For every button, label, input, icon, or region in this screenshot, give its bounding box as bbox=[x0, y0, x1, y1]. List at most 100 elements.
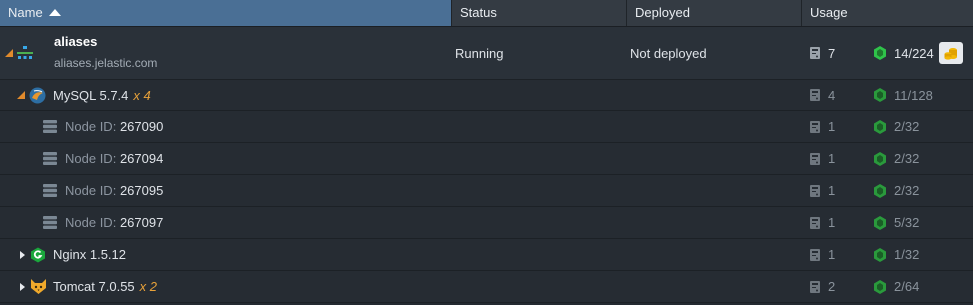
environment-disk-usage: 7 bbox=[809, 27, 835, 79]
grid-header: Name Status Deployed Usage bbox=[0, 0, 973, 27]
server-icon bbox=[43, 175, 57, 206]
environment-topology-icon bbox=[17, 27, 33, 79]
environment-domain-link[interactable]: aliases.jelastic.com bbox=[54, 56, 157, 70]
node-id-label: Node ID: bbox=[65, 183, 117, 198]
node-disk-count: 1 bbox=[828, 151, 836, 166]
cloudlet-icon bbox=[874, 215, 886, 230]
cloudlet-icon bbox=[874, 151, 886, 166]
node-id-value: 267095 bbox=[119, 183, 164, 198]
mysql-cloudlets-usage: 11/128 bbox=[873, 80, 933, 110]
node-row[interactable]: Node ID: 267095 1 2/32 bbox=[0, 175, 973, 207]
environment-deployed: Not deployed bbox=[630, 45, 707, 61]
tomcat-cloudlets-usage: 2/64 bbox=[873, 271, 919, 302]
cloudlet-icon bbox=[874, 183, 886, 198]
environment-row[interactable]: aliases aliases.jelastic.com Running Not… bbox=[0, 27, 973, 80]
tomcat-disk-count: 2 bbox=[828, 279, 836, 294]
tomcat-name-cell: Tomcat 7.0.55 x 2 bbox=[53, 271, 157, 302]
cloudlet-icon bbox=[874, 247, 886, 262]
collapsed-triangle-icon bbox=[20, 282, 25, 291]
node-id-label: Node ID: bbox=[65, 151, 117, 166]
nginx-disk-usage: 1 bbox=[809, 239, 835, 270]
column-header-status[interactable]: Status bbox=[452, 0, 627, 26]
column-header-name-label: Name bbox=[8, 5, 43, 20]
mysql-cloudlets-count: 11/128 bbox=[894, 87, 933, 103]
column-header-deployed[interactable]: Deployed bbox=[627, 0, 802, 26]
node-disk-usage: 1 bbox=[809, 207, 835, 238]
node-row[interactable]: Node ID: 267097 1 5/32 bbox=[0, 207, 973, 239]
node-cloudlets-count: 2/32 bbox=[894, 151, 920, 166]
column-header-usage[interactable]: Usage bbox=[802, 0, 973, 26]
node-id-cell: Node ID: 267095 bbox=[65, 175, 163, 206]
mysql-name: MySQL 5.7.4 bbox=[53, 87, 129, 103]
expanded-triangle-icon bbox=[5, 49, 13, 57]
collapsed-triangle-icon bbox=[20, 250, 25, 259]
collapse-toggle[interactable] bbox=[5, 27, 13, 79]
cloudlet-icon bbox=[874, 119, 886, 134]
nginx-icon bbox=[30, 239, 46, 270]
environment-cloudlets-usage: 14/224 bbox=[873, 27, 934, 79]
tomcat-icon bbox=[30, 271, 47, 302]
tomcat-name: Tomcat 7.0.55 bbox=[53, 279, 135, 294]
cloudlet-icon bbox=[874, 279, 886, 294]
disk-icon bbox=[810, 248, 820, 261]
mysql-collapse-toggle[interactable] bbox=[17, 80, 25, 110]
node-cloudlets-count: 5/32 bbox=[894, 215, 920, 230]
expanded-triangle-icon bbox=[17, 91, 25, 99]
sort-ascending-icon bbox=[48, 9, 61, 16]
node-id-cell: Node ID: 267097 bbox=[65, 207, 163, 238]
mysql-node-count: x 4 bbox=[133, 87, 151, 103]
disk-icon bbox=[810, 89, 820, 101]
node-disk-usage: 1 bbox=[809, 143, 835, 174]
tomcat-expand-toggle[interactable] bbox=[20, 271, 25, 302]
server-icon bbox=[43, 143, 57, 174]
nginx-expand-toggle[interactable] bbox=[20, 239, 25, 270]
disk-icon bbox=[810, 152, 820, 165]
nginx-name: Nginx 1.5.12 bbox=[53, 247, 126, 262]
node-cloudlets-count: 2/32 bbox=[894, 119, 920, 134]
disk-icon bbox=[810, 216, 820, 229]
nginx-disk-count: 1 bbox=[828, 247, 836, 262]
node-disk-count: 1 bbox=[828, 183, 836, 198]
disk-icon bbox=[810, 120, 820, 133]
tomcat-cloudlets-count: 2/64 bbox=[894, 279, 920, 294]
node-id-label: Node ID: bbox=[65, 119, 117, 134]
node-cloudlets-usage: 5/32 bbox=[873, 207, 919, 238]
node-group-row-tomcat[interactable]: Tomcat 7.0.55 x 2 2 2/64 bbox=[0, 271, 973, 303]
nginx-cloudlets-usage: 1/32 bbox=[873, 239, 919, 270]
node-group-row-nginx[interactable]: Nginx 1.5.12 1 1/32 bbox=[0, 239, 973, 271]
environment-status: Running bbox=[455, 45, 504, 61]
billing-button[interactable] bbox=[939, 27, 963, 79]
node-group-row-mysql[interactable]: MySQL 5.7.4 x 4 4 11/128 bbox=[0, 80, 973, 111]
mysql-name-cell: MySQL 5.7.4 x 4 bbox=[53, 80, 151, 110]
environment-name[interactable]: aliases bbox=[54, 34, 97, 49]
node-cloudlets-usage: 2/32 bbox=[873, 143, 919, 174]
mysql-disk-usage: 4 bbox=[809, 80, 835, 110]
server-icon bbox=[43, 111, 57, 142]
column-header-deployed-label: Deployed bbox=[635, 5, 690, 20]
node-id-label: Node ID: bbox=[65, 215, 117, 230]
node-cloudlets-usage: 2/32 bbox=[873, 175, 919, 206]
node-disk-usage: 1 bbox=[809, 111, 835, 142]
column-header-name[interactable]: Name bbox=[0, 0, 452, 26]
cloudlet-icon bbox=[874, 88, 886, 102]
mysql-disk-count: 4 bbox=[828, 87, 836, 103]
node-id-cell: Node ID: 267094 bbox=[65, 143, 163, 174]
environment-cloudlets-count: 14/224 bbox=[894, 45, 934, 61]
environment-disk-count: 7 bbox=[828, 45, 836, 61]
node-id-value: 267094 bbox=[119, 151, 164, 166]
column-header-usage-label: Usage bbox=[810, 5, 848, 20]
cloudlet-icon bbox=[874, 46, 886, 60]
node-id-cell: Node ID: 267090 bbox=[65, 111, 163, 142]
node-row[interactable]: Node ID: 267090 1 2/32 bbox=[0, 111, 973, 143]
node-row[interactable]: Node ID: 267094 1 2/32 bbox=[0, 143, 973, 175]
node-id-value: 267090 bbox=[119, 119, 164, 134]
tomcat-disk-usage: 2 bbox=[809, 271, 835, 302]
disk-icon bbox=[810, 47, 820, 59]
node-id-value: 267097 bbox=[119, 215, 164, 230]
disk-icon bbox=[810, 280, 820, 293]
column-header-status-label: Status bbox=[460, 5, 497, 20]
node-disk-usage: 1 bbox=[809, 175, 835, 206]
coins-icon bbox=[939, 42, 963, 64]
server-icon bbox=[43, 207, 57, 238]
tomcat-node-count: x 2 bbox=[139, 279, 157, 294]
